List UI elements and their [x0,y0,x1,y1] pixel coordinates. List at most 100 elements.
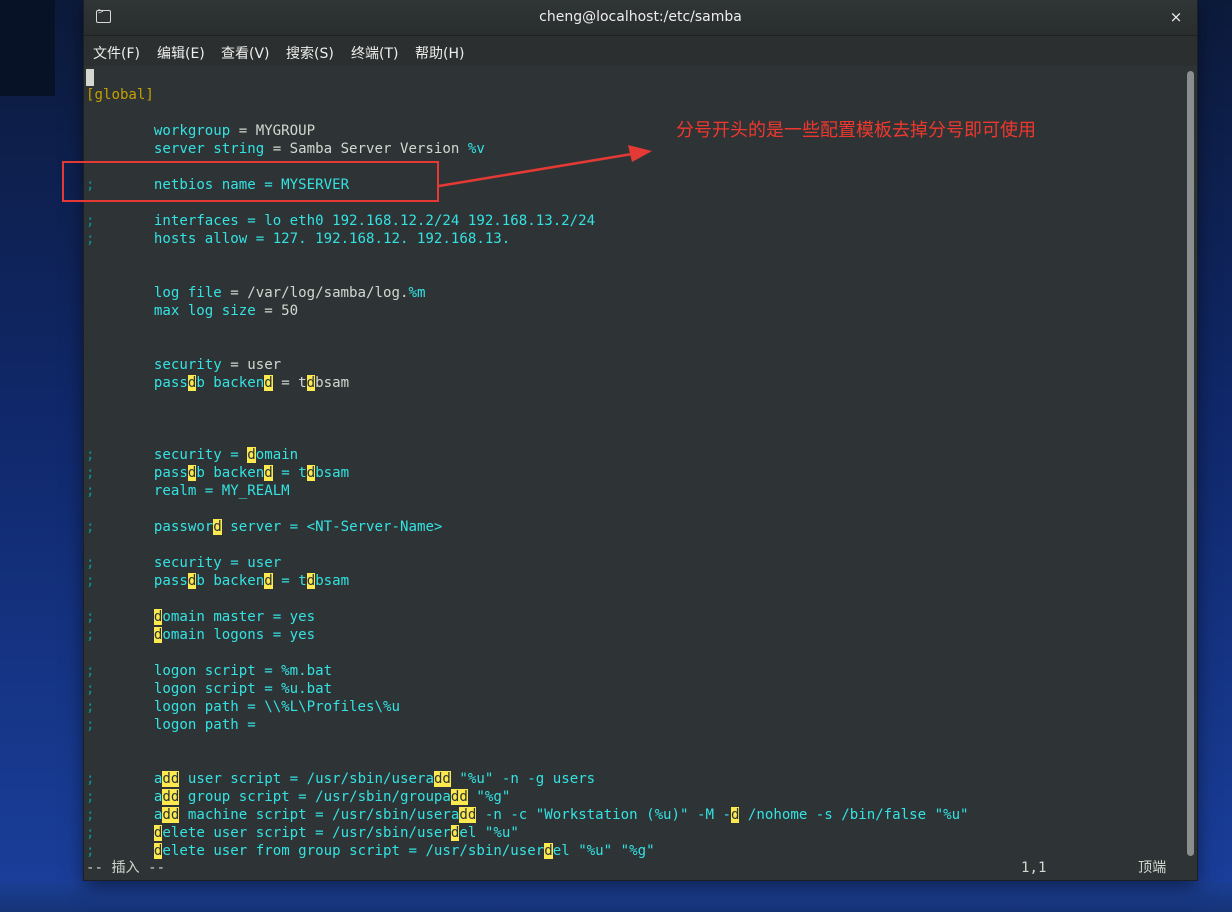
config-text: interfaces = lo eth0 192.168.12.2/24 192… [94,213,596,229]
search-match-highlight: d [306,375,316,391]
config-text: "%u" -n -g users [450,771,596,787]
config-text: a [94,807,163,823]
config-text: logon path = [94,717,256,733]
search-match-highlight: d [213,519,222,535]
config-text: ; [86,843,95,859]
config-text: logon script = %m.bat [94,663,333,679]
config-line: log file = /var/log/samba/log.%m [86,284,426,302]
menu-terminal[interactable]: 终端(T) [351,43,398,63]
config-line: ; security = user [86,554,281,572]
config-text: = 50 [255,303,299,319]
scrollbar[interactable] [1184,67,1197,880]
config-text: hosts allow = 127. 192.168.12. 192.168.1… [94,231,511,247]
menu-bar: 文件(F) 编辑(E) 查看(V) 搜索(S) 终端(T) 帮助(H) [84,36,1197,66]
config-text: ; [86,789,95,805]
config-text: ; [86,807,95,823]
config-line: ; security = domain [86,446,298,464]
config-text: server = <NT-Server-Name> [221,519,443,535]
config-text: bsam [315,573,350,589]
config-line: ; logon path = \\%L\Profiles\%u [86,698,400,716]
search-match-highlight: dd [162,771,180,787]
config-line: ; add group script = /usr/sbin/groupadd … [86,788,510,806]
search-match-highlight: dd [162,807,180,823]
config-line: ; logon script = %m.bat [86,662,332,680]
config-text: max log size [86,303,256,319]
config-line: ; domain logons = yes [86,626,315,644]
menu-search[interactable]: 搜索(S) [286,43,334,63]
config-line: ; add user script = /usr/sbin/useradd "%… [86,770,595,788]
config-line: ; delete user script = /usr/sbin/userdel… [86,824,519,842]
config-text: = t [272,465,307,481]
config-text: ; [86,825,95,841]
config-text: -n -c "Workstation (%u)" -M - [476,807,731,823]
search-match-highlight: d [264,573,273,589]
config-line: ; password server = <NT-Server-Name> [86,518,442,536]
config-text: ; [86,447,95,463]
config-text: ; [86,519,95,535]
search-match-highlight: dd [433,771,451,787]
config-line: security = user [86,356,281,374]
config-text: ; [86,465,95,481]
config-line: workgroup = MYGROUP [86,122,315,140]
config-text: user script = /usr/sbin/usera [179,771,434,787]
config-line: ; interfaces = lo eth0 192.168.12.2/24 1… [86,212,595,230]
config-text: ; [86,681,95,697]
config-text: = Samba Server Version [264,141,468,157]
config-text: b backen [196,375,265,391]
scroll-position: 顶端 [1138,860,1167,876]
annotation-highlight-box [62,161,439,202]
config-text: = t [272,375,307,391]
config-text: = /var/log/samba/log. [221,285,409,301]
config-text: %v [467,141,485,157]
config-text: elete user from group script = /usr/sbin… [162,843,545,859]
config-text: ; [86,663,95,679]
config-text: logon script = %u.bat [94,681,333,697]
config-line: server string = Samba Server Version %v [86,140,485,158]
config-text: group script = /usr/sbin/groupa [179,789,451,805]
text-cursor [86,69,94,86]
menu-view[interactable]: 查看(V) [221,43,270,63]
config-text: a [94,771,163,787]
close-button[interactable]: × [1165,6,1187,28]
scrollbar-thumb[interactable] [1187,71,1194,856]
config-line: ; delete user from group script = /usr/s… [86,842,655,860]
config-text: el "%u" [459,825,519,841]
config-text: = user [221,357,282,373]
config-text: ; [86,483,95,499]
config-text: b backen [196,573,265,589]
config-text: pass [86,375,188,391]
config-text: pass [94,465,188,481]
annotation-text: 分号开头的是一些配置模板去掉分号即可使用 [676,120,1036,141]
config-line: ; domain master = yes [86,608,315,626]
config-text: ; [86,699,95,715]
menu-edit[interactable]: 编辑(E) [157,43,205,63]
config-text: b backen [196,465,265,481]
config-text: security = [94,447,248,463]
config-text: /nohome -s /bin/false "%u" [739,807,969,823]
config-line: ; logon path = [86,716,256,734]
config-text: workgroup [86,123,231,139]
title-bar[interactable]: cheng@localhost:/etc/samba × [84,0,1197,36]
search-match-highlight: dd [450,789,468,805]
config-text: log file [86,285,222,301]
config-text: security [86,357,222,373]
menu-file[interactable]: 文件(F) [93,43,140,63]
search-match-highlight: dd [459,807,477,823]
config-text: realm = MY_REALM [94,483,290,499]
config-text [95,825,154,841]
config-text: el "%u" "%g" [552,843,655,859]
config-line: ; realm = MY_REALM [86,482,290,500]
config-line: ; logon script = %u.bat [86,680,332,698]
search-match-highlight: d [264,465,273,481]
config-text: ; [86,555,95,571]
config-text: passwor [94,519,214,535]
config-text: %m [408,285,426,301]
config-text: ; [86,231,95,247]
config-line: [global] [86,86,154,104]
config-text: "%g" [467,789,511,805]
menu-help[interactable]: 帮助(H) [415,43,464,63]
config-text: = t [272,573,307,589]
config-text: [global] [86,87,154,103]
config-text: ; [86,627,95,643]
search-match-highlight: d [306,573,316,589]
